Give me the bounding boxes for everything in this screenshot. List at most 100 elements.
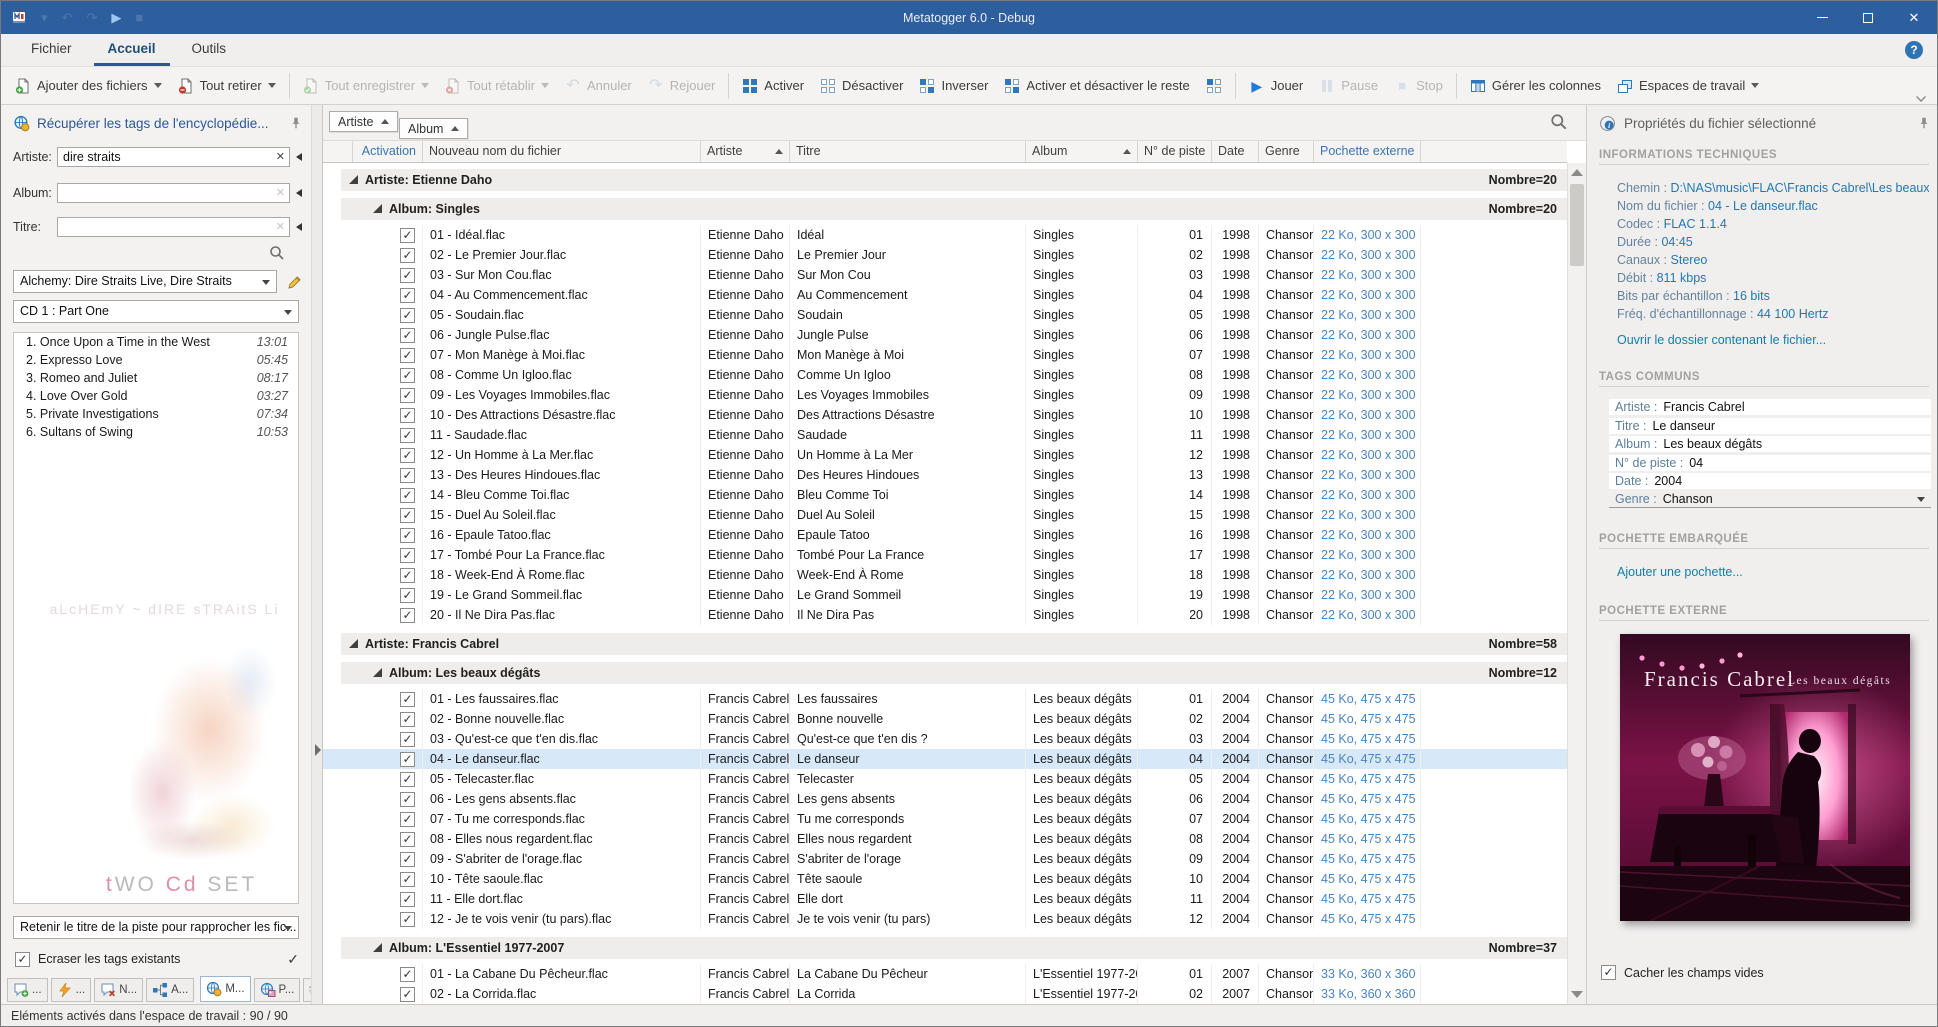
clear-icon[interactable]: ✕ — [276, 220, 285, 234]
group-row-album-les-beaux-degats[interactable]: Album: Les beaux dégâtsNombre=12 — [341, 662, 1567, 684]
scrollbar-thumb[interactable] — [1570, 184, 1584, 266]
release-select[interactable]: Alchemy: Dire Straits Live, Dire Straits — [13, 270, 277, 293]
tool-tab-bubble-plus[interactable]: ... — [7, 978, 48, 1002]
tag-field-titre[interactable]: Titre :Le danseur — [1609, 418, 1931, 434]
scroll-down-icon[interactable] — [1571, 991, 1583, 998]
field-input-artiste[interactable]: dire straits✕ — [57, 147, 290, 167]
external-cover-link[interactable]: 45 Ko, 475 x 475 — [1314, 849, 1421, 869]
expander-icon[interactable] — [373, 666, 382, 680]
external-cover-link[interactable]: 22 Ko, 300 x 300 — [1314, 225, 1421, 245]
track-item[interactable]: 5. Private Investigations07:34 — [14, 405, 298, 423]
toolbar-button-annuler[interactable]: ↶Annuler — [557, 72, 640, 100]
group-row-artist-francis-cabrel[interactable]: Artiste: Francis CabrelNombre=58 — [341, 633, 1567, 655]
activation-checkbox[interactable]: ✓ — [400, 348, 415, 363]
activation-checkbox[interactable]: ✓ — [400, 568, 415, 583]
activation-checkbox[interactable]: ✓ — [400, 752, 415, 767]
tag-field-date[interactable]: Date :2004 — [1609, 473, 1931, 489]
group-row-album-singles[interactable]: Album: SinglesNombre=20 — [341, 198, 1567, 220]
external-cover-link[interactable]: 45 Ko, 475 x 475 — [1314, 869, 1421, 889]
hide-empty-fields-checkbox[interactable]: ✓ — [1601, 965, 1616, 980]
activation-checkbox[interactable]: ✓ — [400, 712, 415, 727]
history-arrow-icon[interactable] — [292, 147, 305, 167]
column-header-date[interactable]: Date — [1212, 141, 1259, 162]
external-cover-link[interactable]: 45 Ko, 475 x 475 — [1314, 829, 1421, 849]
toolbar-button-gerer-les-colonnes[interactable]: Gérer les colonnes — [1462, 72, 1609, 100]
qat-undo-icon[interactable]: ↶ — [62, 10, 73, 26]
group-row-artist-etienne-daho[interactable]: Artiste: Etienne DahoNombre=20 — [341, 169, 1567, 191]
external-cover-link[interactable]: 22 Ko, 300 x 300 — [1314, 605, 1421, 625]
tool-tab-lightning[interactable]: ... — [51, 978, 92, 1002]
column-header-artiste[interactable]: Artiste — [701, 141, 790, 162]
expander-icon[interactable] — [373, 941, 382, 955]
column-header-genre[interactable]: Genre — [1259, 141, 1314, 162]
qat-redo-icon[interactable]: ↷ — [86, 10, 97, 26]
external-cover-link[interactable]: 22 Ko, 300 x 300 — [1314, 285, 1421, 305]
activation-checkbox[interactable]: ✓ — [400, 508, 415, 523]
external-cover-link[interactable]: 22 Ko, 300 x 300 — [1314, 465, 1421, 485]
field-input-album[interactable]: ✕ — [57, 183, 290, 203]
table-row[interactable]: ✓09 - Les Voyages Immobiles.flacEtienne … — [323, 385, 1567, 405]
tag-field-n-de-piste[interactable]: N° de piste :04 — [1609, 455, 1931, 471]
table-row[interactable]: ✓20 - Il Ne Dira Pas.flacEtienne DahoIl … — [323, 605, 1567, 625]
external-cover-link[interactable]: 45 Ko, 475 x 475 — [1314, 889, 1421, 909]
field-input-titre[interactable]: ✕ — [57, 217, 290, 237]
external-cover-link[interactable]: 22 Ko, 300 x 300 — [1314, 565, 1421, 585]
track-item[interactable]: 2. Expresso Love05:45 — [14, 351, 298, 369]
table-row[interactable]: ✓02 - La Corrida.flacFrancis CabrelLa Co… — [323, 984, 1567, 1004]
group-chip-album[interactable]: Album — [399, 118, 468, 139]
column-header-pochette-externe[interactable]: Pochette externe — [1314, 141, 1421, 162]
external-cover-link[interactable]: 45 Ko, 475 x 475 — [1314, 769, 1421, 789]
table-row[interactable]: ✓04 - Le danseur.flacFrancis CabrelLe da… — [323, 749, 1567, 769]
table-row[interactable]: ✓08 - Comme Un Igloo.flacEtienne DahoCom… — [323, 365, 1567, 385]
table-row[interactable]: ✓17 - Tombé Pour La France.flacEtienne D… — [323, 545, 1567, 565]
toolbar-button-ajouter-des-fichiers[interactable]: Ajouter des fichiers — [7, 72, 170, 100]
external-cover-link[interactable]: 45 Ko, 475 x 475 — [1314, 909, 1421, 929]
external-cover-image[interactable]: Francis Cabrel Les beaux dégâts — [1620, 634, 1910, 921]
external-cover-link[interactable]: 22 Ko, 300 x 300 — [1314, 305, 1421, 325]
table-row[interactable]: ✓12 - Un Homme à La Mer.flacEtienne Daho… — [323, 445, 1567, 465]
app-logo-icon[interactable] — [11, 10, 27, 26]
tab-outils[interactable]: Outils — [178, 34, 241, 66]
track-item[interactable]: 1. Once Upon a Time in the West13:01 — [14, 333, 298, 351]
external-cover-link[interactable]: 45 Ko, 475 x 475 — [1314, 709, 1421, 729]
column-header-activation[interactable]: Activation — [353, 141, 423, 162]
tool-tab-bubble-x[interactable]: N... — [94, 978, 143, 1002]
activation-checkbox[interactable]: ✓ — [400, 772, 415, 787]
activation-checkbox[interactable]: ✓ — [400, 832, 415, 847]
tag-field-album[interactable]: Album :Les beaux dégâts — [1609, 436, 1931, 452]
external-cover-link[interactable]: 22 Ko, 300 x 300 — [1314, 265, 1421, 285]
table-row[interactable]: ✓11 - Elle dort.flacFrancis CabrelElle d… — [323, 889, 1567, 909]
table-row[interactable]: ✓03 - Sur Mon Cou.flacEtienne DahoSur Mo… — [323, 265, 1567, 285]
activation-checkbox[interactable]: ✓ — [400, 608, 415, 623]
toolbar-button-desactiver[interactable]: Désactiver — [812, 72, 911, 100]
table-row[interactable]: ✓01 - Idéal.flacEtienne DahoIdéalSingles… — [323, 225, 1567, 245]
table-row[interactable]: ✓05 - Soudain.flacEtienne DahoSoudainSin… — [323, 305, 1567, 325]
activation-checkbox[interactable]: ✓ — [400, 228, 415, 243]
table-row[interactable]: ✓12 - Je te vois venir (tu pars).flacFra… — [323, 909, 1567, 929]
toolbar-button-activer-et-desactiver-le-reste[interactable]: Activer et désactiver le reste — [996, 72, 1197, 100]
activation-checkbox[interactable]: ✓ — [400, 408, 415, 423]
pin-icon[interactable] — [289, 116, 303, 130]
collapse-panel-icon[interactable] — [315, 744, 321, 756]
group-chip-artiste[interactable]: Artiste — [329, 111, 398, 132]
toolbar-button-grid-one[interactable] — [1198, 72, 1230, 100]
search-icon[interactable] — [267, 243, 287, 263]
table-row[interactable]: ✓16 - Epaule Tatoo.flacEtienne DahoEpaul… — [323, 525, 1567, 545]
external-cover-link[interactable]: 22 Ko, 300 x 300 — [1314, 365, 1421, 385]
table-row[interactable]: ✓01 - Les faussaires.flacFrancis CabrelL… — [323, 689, 1567, 709]
expander-icon[interactable] — [349, 173, 358, 187]
table-row[interactable]: ✓15 - Duel Au Soleil.flacEtienne DahoDue… — [323, 505, 1567, 525]
table-row[interactable]: ✓11 - Saudade.flacEtienne DahoSaudadeSin… — [323, 425, 1567, 445]
toolbar-button-tout-retirer[interactable]: Tout retirer — [170, 72, 284, 100]
table-row[interactable]: ✓02 - Bonne nouvelle.flacFrancis CabrelB… — [323, 709, 1567, 729]
activation-checkbox[interactable]: ✓ — [400, 368, 415, 383]
activation-checkbox[interactable]: ✓ — [400, 488, 415, 503]
column-header-n-de-piste[interactable]: N° de piste — [1138, 141, 1212, 162]
minimize-button[interactable] — [1799, 1, 1845, 34]
track-item[interactable]: 3. Romeo and Juliet08:17 — [14, 369, 298, 387]
table-row[interactable]: ✓14 - Bleu Comme Toi.flacEtienne DahoBle… — [323, 485, 1567, 505]
activation-checkbox[interactable]: ✓ — [400, 892, 415, 907]
table-row[interactable]: ✓09 - S'abriter de l'orage.flacFrancis C… — [323, 849, 1567, 869]
tab-fichier[interactable]: Fichier — [17, 34, 86, 66]
group-row-album-l-essentiel-1977-2007[interactable]: Album: L'Essentiel 1977-2007Nombre=37 — [341, 937, 1567, 959]
